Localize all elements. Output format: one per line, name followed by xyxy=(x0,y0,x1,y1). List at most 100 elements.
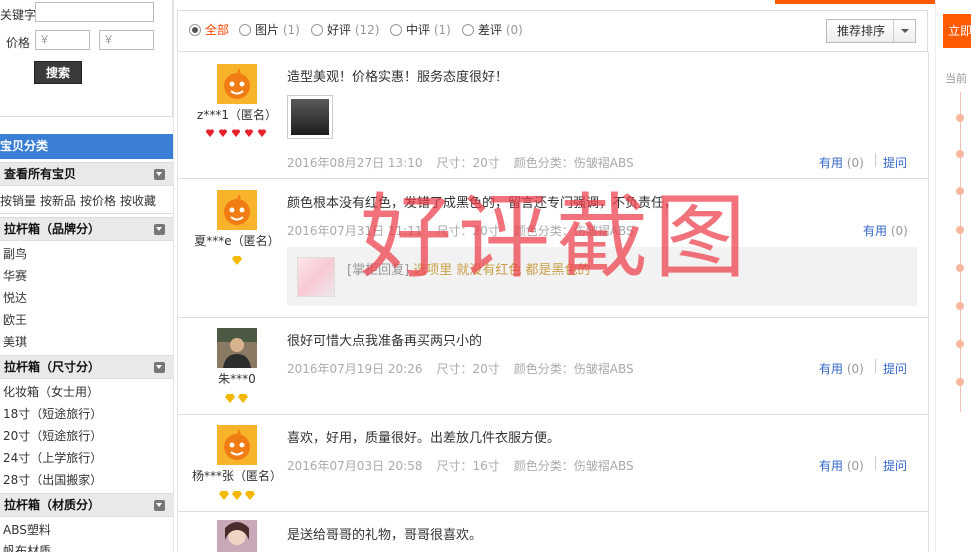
brand-item[interactable]: 悦达 xyxy=(3,287,27,309)
review-text: 很好可惜大点我准备再买两只小的 xyxy=(287,334,483,349)
group-material-title[interactable]: 拉杆箱（材质分） xyxy=(4,498,100,512)
price-label: 价格 xyxy=(6,36,31,50)
diamond-rank-icon xyxy=(225,394,248,403)
avatar-icon xyxy=(217,64,257,104)
sort-by-price[interactable]: 按价格 xyxy=(80,194,116,208)
group-brand-header[interactable]: 拉杆箱（品牌分） xyxy=(0,217,173,241)
material-item[interactable]: 帆布材质 xyxy=(3,540,51,552)
avatar xyxy=(217,64,257,104)
review-image-thumbnail[interactable] xyxy=(287,95,333,139)
brand-item[interactable]: 华赛 xyxy=(3,265,27,287)
size-item[interactable]: 18寸（短途旅行） xyxy=(3,403,102,425)
sidebar-divider xyxy=(173,0,174,552)
reviewer-level-diamond xyxy=(224,392,250,406)
seller-avatar xyxy=(297,257,335,297)
review-meta: 2016年07月03日 20:58 尺寸：16寸 颜色分类：伤皱褶ABS xyxy=(287,457,648,474)
current-label: 当前 xyxy=(945,72,967,85)
review-color: 颜色分类：伤皱褶ABS xyxy=(513,362,634,376)
size-item[interactable]: 28寸（出国搬家） xyxy=(3,469,102,491)
diamond-rank-icon xyxy=(219,491,255,500)
main-right-border xyxy=(928,52,929,552)
review-text: 喜欢，好用，质量很好。出差放几件衣服方便。 xyxy=(287,431,561,446)
radio-icon[interactable] xyxy=(239,24,251,36)
timeline-dot[interactable] xyxy=(956,150,964,158)
size-item[interactable]: 20寸（短途旅行） xyxy=(3,425,102,447)
collapse-icon[interactable] xyxy=(154,500,165,511)
filter-images[interactable]: 图片 (1) xyxy=(239,23,300,37)
group-size-header[interactable]: 拉杆箱（尺寸分） xyxy=(0,355,173,379)
top-accent-bar xyxy=(775,0,935,4)
collapse-icon[interactable] xyxy=(154,169,165,180)
sort-by-new[interactable]: 按新品 xyxy=(40,194,76,208)
search-button[interactable]: 搜索 xyxy=(34,61,82,84)
timeline-dot[interactable] xyxy=(956,187,964,195)
action-divider xyxy=(875,456,876,470)
timeline-line xyxy=(960,92,961,412)
timeline-dot[interactable] xyxy=(956,302,964,310)
filter-all[interactable]: 全部 xyxy=(189,23,229,37)
timeline-dot[interactable] xyxy=(956,114,964,122)
all-items-link[interactable]: 查看所有宝贝 xyxy=(4,167,76,181)
useful-link[interactable]: 有用 (0) xyxy=(863,222,908,239)
reviewer-level-diamond xyxy=(218,489,256,503)
group-brand-title[interactable]: 拉杆箱（品牌分） xyxy=(4,222,100,236)
all-items-header[interactable]: 查看所有宝贝 xyxy=(0,162,173,186)
user-photo-icon xyxy=(217,328,257,368)
material-item[interactable]: ABS塑料 xyxy=(3,519,51,541)
review-date: 2016年08月27日 13:10 xyxy=(287,156,423,170)
timeline-dot[interactable] xyxy=(956,226,964,234)
review-color: 颜色分类：伤皱褶ABS xyxy=(513,156,634,170)
ask-link[interactable]: 提问 xyxy=(883,457,907,474)
watermark-text: 好评截图 xyxy=(360,184,753,291)
brand-item[interactable]: 欧王 xyxy=(3,309,27,331)
sort-by-sales[interactable]: 按销量 xyxy=(0,194,36,208)
avatar xyxy=(217,328,257,368)
reviewer-name: 夏***e（匿名） xyxy=(194,234,280,248)
review-meta: 2016年07月19日 20:26 尺寸：20寸 颜色分类：伤皱褶ABS xyxy=(287,360,648,377)
sort-label: 推荐排序 xyxy=(837,24,886,38)
avatar-icon xyxy=(217,190,257,230)
radio-selected-icon[interactable] xyxy=(189,24,201,36)
group-size-title[interactable]: 拉杆箱（尺寸分） xyxy=(4,360,100,374)
buy-now-button[interactable]: 立即 xyxy=(943,14,971,48)
user-photo-icon xyxy=(217,520,257,552)
useful-link[interactable]: 有用 (0) xyxy=(819,154,864,171)
avatar xyxy=(217,190,257,230)
timeline-dot[interactable] xyxy=(956,378,964,386)
ask-link[interactable]: 提问 xyxy=(883,360,907,377)
filter-negative[interactable]: 差评 (0) xyxy=(462,23,523,37)
review-color: 颜色分类：伤皱褶ABS xyxy=(513,459,634,473)
review-size: 尺寸：20寸 xyxy=(436,362,500,376)
radio-icon[interactable] xyxy=(462,24,474,36)
keyword-input[interactable] xyxy=(35,2,154,22)
collapse-icon[interactable] xyxy=(154,362,165,373)
sort-by-favorites[interactable]: 按收藏 xyxy=(120,194,156,208)
radio-icon[interactable] xyxy=(390,24,402,36)
review-date: 2016年07月03日 20:58 xyxy=(287,459,423,473)
brand-item[interactable]: 副鸟 xyxy=(3,243,27,265)
timeline-dot[interactable] xyxy=(956,264,964,272)
radio-icon[interactable] xyxy=(311,24,323,36)
right-panel-border xyxy=(935,0,936,552)
review-text: 是送给哥哥的礼物，哥哥很喜欢。 xyxy=(287,528,483,543)
filter-neutral[interactable]: 中评 (1) xyxy=(390,23,451,37)
chevron-down-icon[interactable] xyxy=(893,20,915,42)
action-divider xyxy=(875,153,876,167)
group-material-header[interactable]: 拉杆箱（材质分） xyxy=(0,493,173,517)
timeline-dot[interactable] xyxy=(956,340,964,348)
avatar xyxy=(217,425,257,465)
sort-dropdown[interactable]: 推荐排序 xyxy=(826,19,916,43)
collapse-icon[interactable] xyxy=(154,224,165,235)
review-size: 尺寸：20寸 xyxy=(436,156,500,170)
brand-item[interactable]: 美琪 xyxy=(3,331,27,353)
price-max-input[interactable]: ￥ xyxy=(99,30,154,50)
size-item[interactable]: 24寸（上学旅行） xyxy=(3,447,102,469)
keyword-label: 关键字 xyxy=(0,8,37,22)
useful-link[interactable]: 有用 (0) xyxy=(819,457,864,474)
size-item[interactable]: 化妆箱（女士用） xyxy=(3,381,99,403)
filter-positive[interactable]: 好评 (12) xyxy=(311,23,379,37)
ask-link[interactable]: 提问 xyxy=(883,154,907,171)
price-min-input[interactable]: ￥ xyxy=(35,30,90,50)
reviewer-name: 朱***0 xyxy=(218,372,256,386)
useful-link[interactable]: 有用 (0) xyxy=(819,360,864,377)
